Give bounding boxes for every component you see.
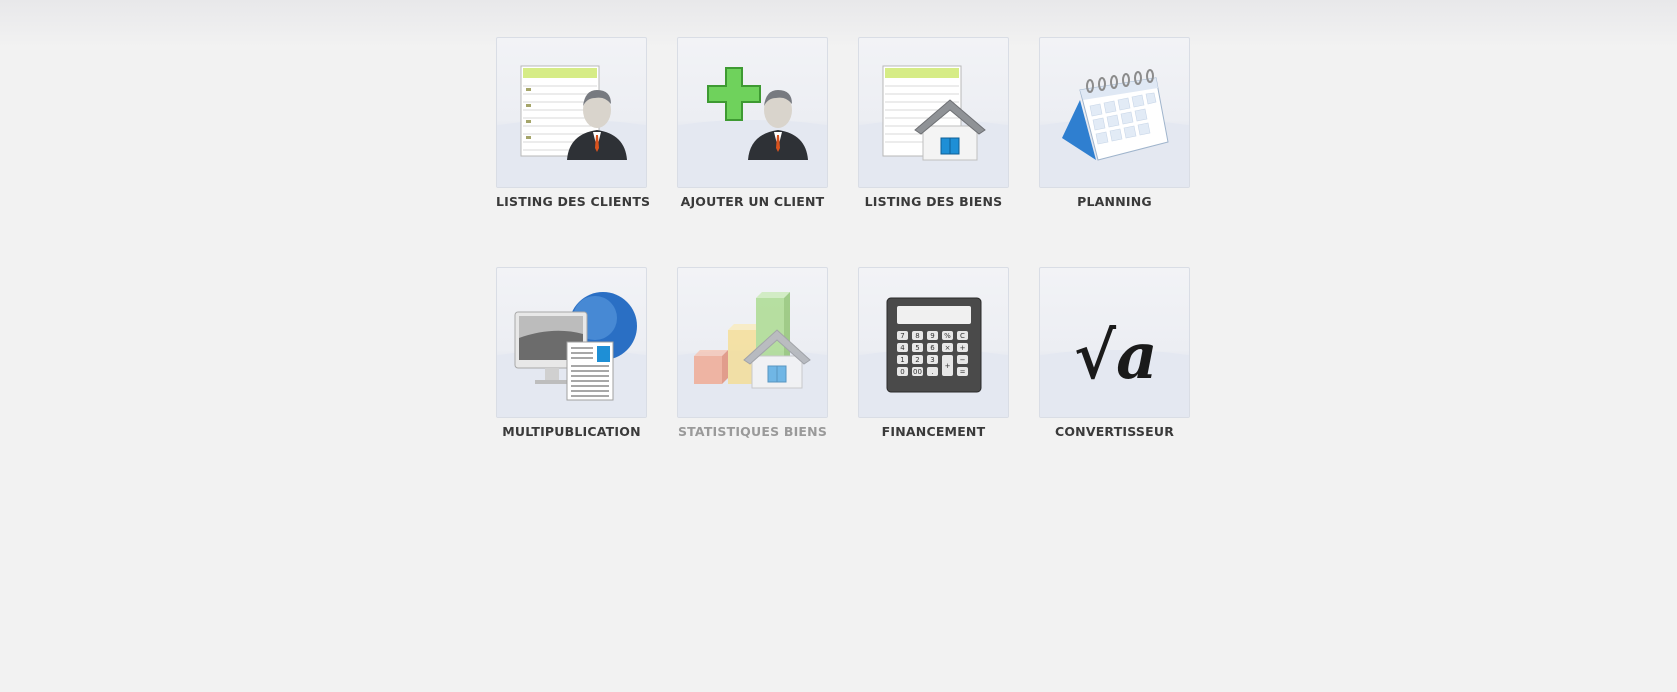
calculator-key: + (960, 344, 966, 352)
tile-icon-box (677, 267, 828, 418)
tile-icon-box (1039, 37, 1190, 188)
tile-label: STATISTIQUES BIENS (677, 424, 828, 439)
tile-label: PLANNING (1077, 194, 1152, 209)
tile-icon-box (496, 37, 647, 188)
tile-planning[interactable]: PLANNING (1039, 37, 1190, 209)
property-list-icon (882, 65, 986, 161)
tile-multipublication[interactable]: MULTIPUBLICATION (496, 267, 647, 439)
launcher-grid: LISTING DES CLIENTS AJOUTER UN CLIENT LI… (496, 37, 1190, 439)
calculator-key: . (931, 368, 933, 376)
tile-statistiques-biens[interactable]: STATISTIQUES BIENS (677, 267, 828, 439)
tile-label: CONVERTISSEUR (1054, 424, 1175, 439)
add-client-icon (707, 67, 808, 160)
tile-label: FINANCEMENT (881, 424, 986, 439)
statistics-icon (694, 292, 811, 389)
tile-label: LISTING DES CLIENTS (496, 194, 651, 209)
calendar-icon (1062, 69, 1169, 161)
tile-ajouter-client[interactable]: AJOUTER UN CLIENT (677, 37, 828, 209)
calculator-key: 9 (930, 332, 934, 340)
tile-financement[interactable]: 7 8 9 % C 4 5 6 × + 1 2 3 + − 0 00 . = F… (858, 267, 1009, 439)
calculator-key: − (960, 356, 966, 364)
calculator-key: + (945, 362, 951, 370)
calculator-key: % (944, 332, 951, 340)
calculator-key: 6 (930, 344, 935, 352)
tile-icon-box (858, 37, 1009, 188)
calculator-key: 1 (900, 356, 904, 364)
tile-label: MULTIPUBLICATION (502, 424, 641, 439)
tile-listing-biens[interactable]: LISTING DES BIENS (858, 37, 1009, 209)
tile-listing-clients[interactable]: LISTING DES CLIENTS (496, 37, 651, 209)
tile-label: LISTING DES BIENS (864, 194, 1003, 209)
calculator-key: 2 (915, 356, 919, 364)
calculator-key: 00 (913, 368, 922, 376)
calculator-key: C (960, 332, 965, 340)
tile-icon-box (677, 37, 828, 188)
square-root-icon: √a (1074, 319, 1158, 394)
calculator-key: × (945, 344, 951, 352)
tile-icon-box: 7 8 9 % C 4 5 6 × + 1 2 3 + − 0 00 . = (858, 267, 1009, 418)
calculator-key: 0 (900, 368, 904, 376)
calculator-key: 5 (915, 344, 919, 352)
calculator-key: 3 (930, 356, 934, 364)
calculator-key: 7 (900, 332, 904, 340)
calculator-key: 4 (900, 344, 905, 352)
tile-icon-box (496, 267, 647, 418)
calculator-key: 8 (915, 332, 919, 340)
calculator-key: = (960, 368, 966, 376)
tile-icon-box: √a (1039, 267, 1190, 418)
tile-label: AJOUTER UN CLIENT (680, 194, 825, 209)
converter-symbol: √a (1074, 319, 1158, 394)
client-list-icon (520, 65, 627, 160)
calculator-icon: 7 8 9 % C 4 5 6 × + 1 2 3 + − 0 00 . = (886, 297, 982, 393)
multipublication-icon (514, 292, 637, 401)
tile-convertisseur[interactable]: √a CONVERTISSEUR (1039, 267, 1190, 439)
